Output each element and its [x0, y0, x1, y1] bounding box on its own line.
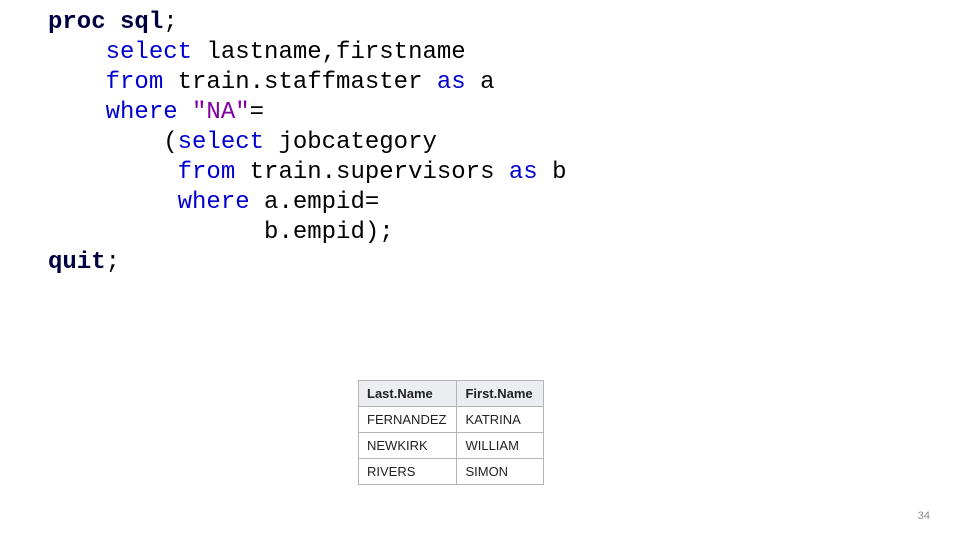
kw-from: from	[106, 69, 164, 96]
equals-sub: =	[365, 189, 379, 216]
kw-select: select	[106, 39, 192, 66]
alias-a: a	[480, 69, 494, 96]
table-supervisors: train.supervisors	[250, 159, 495, 186]
kw-as: as	[437, 69, 466, 96]
rparen: )	[365, 219, 379, 246]
sas-code-block: proc sql; select lastname,firstname from…	[48, 8, 567, 278]
kw-as-sub: as	[509, 159, 538, 186]
cell-firstname: WILLIAM	[457, 433, 543, 459]
semicolon: ;	[163, 9, 177, 36]
page-number: 34	[918, 510, 930, 522]
table-row: NEWKIRK WILLIAM	[359, 433, 544, 459]
table-row: RIVERS SIMON	[359, 459, 544, 485]
cell-firstname: SIMON	[457, 459, 543, 485]
alias-b: b	[552, 159, 566, 186]
cell-lastname: FERNANDEZ	[359, 407, 457, 433]
col-header-lastname: Last.Name	[359, 381, 457, 407]
a-empid: a.empid	[264, 189, 365, 216]
b-empid: b.empid	[264, 219, 365, 246]
table-staffmaster: train.staffmaster	[178, 69, 423, 96]
string-literal-na: "NA"	[192, 99, 250, 126]
kw-quit: quit	[48, 249, 106, 276]
kw-sql: sql	[120, 9, 163, 36]
semicolon-sub: ;	[379, 219, 393, 246]
equals: =	[250, 99, 264, 126]
results-table: Last.Name First.Name FERNANDEZ KATRINA N…	[358, 380, 544, 485]
kw-select-sub: select	[178, 129, 264, 156]
kw-from-sub: from	[178, 159, 236, 186]
kw-where: where	[106, 99, 178, 126]
kw-where-sub: where	[178, 189, 250, 216]
cell-firstname: KATRINA	[457, 407, 543, 433]
lparen: (	[163, 129, 177, 156]
cell-lastname: RIVERS	[359, 459, 457, 485]
semicolon-quit: ;	[106, 249, 120, 276]
kw-proc: proc	[48, 9, 106, 36]
select-columns: lastname,firstname	[206, 39, 465, 66]
col-jobcategory: jobcategory	[278, 129, 436, 156]
table-row: FERNANDEZ KATRINA	[359, 407, 544, 433]
col-header-firstname: First.Name	[457, 381, 543, 407]
table-header-row: Last.Name First.Name	[359, 381, 544, 407]
cell-lastname: NEWKIRK	[359, 433, 457, 459]
